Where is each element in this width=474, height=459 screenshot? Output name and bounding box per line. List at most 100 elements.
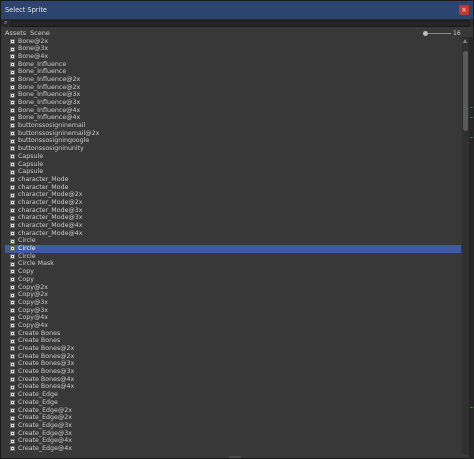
list-item-label: buttonssosigningoogle [18,137,90,145]
list-item[interactable]: Circle [5,237,461,245]
list-item[interactable]: Bone@2x [5,38,461,46]
sprite-icon [10,354,15,360]
list-item[interactable]: Copy@2x [5,291,461,299]
background-window-edge [469,37,474,459]
list-item[interactable]: Circle Mask [5,260,461,268]
sprite-icon [10,346,15,352]
list-item-label: Create Bones [18,329,61,337]
list-item[interactable]: buttonssosigninunity [5,145,461,153]
sprite-icon [10,369,15,375]
list-item[interactable]: Create Bones@3x [5,368,461,376]
list-item-label: Create Bones@3x [18,360,75,368]
list-item[interactable]: Bone_Influence [5,68,461,76]
vertical-scrollbar[interactable] [462,37,469,455]
list-item[interactable]: Create Bones [5,330,461,338]
list-item[interactable]: Create_Edge [5,391,461,399]
list-item[interactable]: Copy@3x [5,299,461,307]
list-item[interactable]: Bone@3x [5,45,461,53]
list-item[interactable]: Bone_Influence@2x [5,76,461,84]
list-item[interactable]: Copy@3x [5,307,461,315]
close-icon[interactable]: × [459,5,469,15]
list-item-label: Bone_Influence@4x [18,114,81,122]
list-item-label: Create Bones@4x [18,383,75,391]
search-bar: ⌕ [1,19,473,27]
title-bar: Select Sprite × [1,1,473,19]
list-item[interactable]: Create_Edge@3x [5,422,461,430]
resize-handle[interactable] [229,456,241,458]
list-item[interactable]: character_Mode@2x [5,191,461,199]
sprite-icon [10,292,15,298]
sprite-icon [10,400,15,406]
sprite-icon [10,192,15,198]
list-item-label: Copy@4x [18,314,49,322]
list-item[interactable]: character_Mode@3x [5,214,461,222]
sprite-icon [10,415,15,421]
sprite-icon [10,161,15,167]
list-item[interactable]: Bone@4x [5,53,461,61]
sprite-icon [10,254,15,260]
list-item[interactable]: Capsule [5,161,461,169]
list-item[interactable]: Create_Edge@3x [5,430,461,438]
list-item-label: Bone_Influence@3x [18,91,81,99]
list-item[interactable]: Capsule [5,168,461,176]
list-item-label: buttonssosigninemail@2x [18,129,100,137]
sprite-icon [10,238,15,244]
select-sprite-window: Select Sprite × ⌕ Assets Scene 16 Bone@2… [0,0,474,459]
list-item[interactable]: Create_Edge@2x [5,407,461,415]
list-item[interactable]: Circle [5,245,461,253]
list-item[interactable]: Create_Edge@4x [5,445,461,453]
scrollbar-thumb[interactable] [463,51,468,131]
list-item[interactable]: Bone_Influence@3x [5,91,461,99]
sprite-icon [10,115,15,121]
list-item[interactable]: Create_Edge@2x [5,414,461,422]
sprite-icon [10,277,15,283]
sprite-icon [10,77,15,83]
sprite-icon [10,54,15,60]
list-item[interactable]: Copy@4x [5,314,461,322]
list-item[interactable]: Copy [5,276,461,284]
sprite-icon [10,100,15,106]
list-item-label: Circle Mask [18,260,54,268]
list-item[interactable]: Create Bones@4x [5,383,461,391]
list-item[interactable]: Bone_Influence [5,61,461,69]
list-item-label: Create_Edge@2x [18,414,72,422]
scroll-up-arrow-icon[interactable] [463,39,467,43]
list-item-label: Create Bones@3x [18,368,75,376]
list-item-label: Circle [18,237,36,245]
list-item[interactable]: character_Mode@4x [5,222,461,230]
list-item[interactable]: Capsule [5,153,461,161]
list-item[interactable]: Bone_Influence@3x [5,99,461,107]
list-item-label: Circle [18,252,36,260]
list-item[interactable]: Circle [5,253,461,261]
list-item[interactable]: Create Bones@2x [5,345,461,353]
list-item[interactable]: Copy [5,268,461,276]
sprite-icon [10,307,15,313]
sprite-icon [10,131,15,137]
list-item[interactable]: Create Bones [5,337,461,345]
list-item[interactable]: Copy@4x [5,322,461,330]
zoom-slider-thumb[interactable] [423,31,428,36]
list-item[interactable]: Create Bones@3x [5,360,461,368]
list-item[interactable]: Bone_Influence@4x [5,114,461,122]
sprite-icon [10,184,15,190]
list-item[interactable]: Create_Edge [5,399,461,407]
list-item[interactable]: character_Mode@2x [5,199,461,207]
list-item[interactable]: Create_Edge@4x [5,437,461,445]
search-input[interactable] [11,19,470,27]
list-item[interactable]: buttonssosigningoogle [5,137,461,145]
list-item[interactable]: buttonssosigninemail@2x [5,130,461,138]
list-item[interactable]: character_Mode [5,176,461,184]
sprite-icon [10,146,15,152]
list-item-label: Copy@3x [18,298,49,306]
list-item[interactable]: buttonssosigninemail [5,122,461,130]
list-item[interactable]: Copy@2x [5,284,461,292]
list-item-label: Bone@4x [18,52,49,60]
list-item-label: character_Mode@4x [18,229,83,237]
zoom-slider[interactable] [423,31,451,36]
list-item-label: Create_Edge@4x [18,444,72,452]
sprite-icon [10,361,15,367]
list-item-label: character_Mode [18,175,69,183]
window-title: Select Sprite [5,6,47,14]
sprite-icon [10,207,15,213]
list-item[interactable]: character_Mode@4x [5,230,461,238]
